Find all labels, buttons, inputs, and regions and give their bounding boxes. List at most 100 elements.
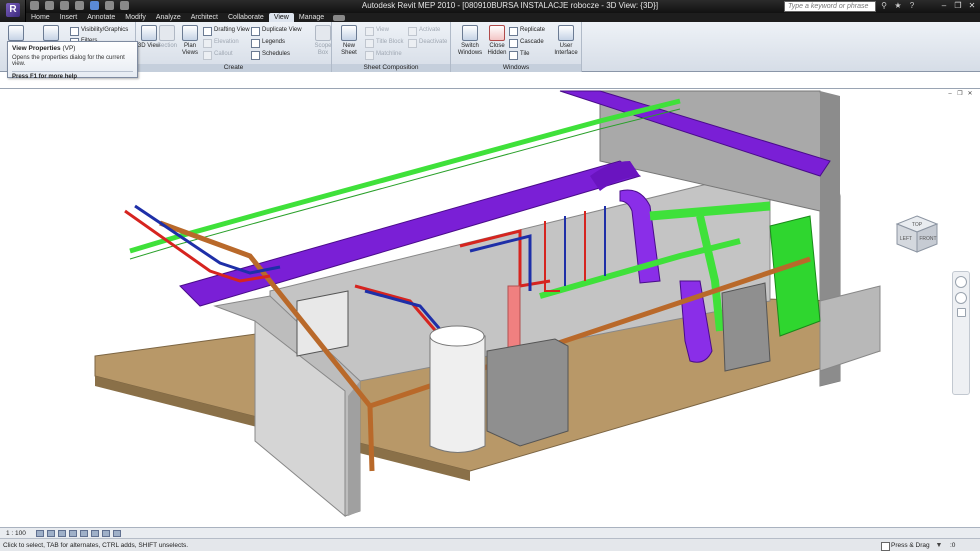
viewcube-front-label: FRONT xyxy=(919,236,936,242)
boiler-unit-2[interactable] xyxy=(721,282,771,372)
user-interface-label: User Interface xyxy=(554,43,578,56)
switch-windows-button[interactable]: Switch Windows xyxy=(454,25,486,57)
redo-icon[interactable] xyxy=(75,1,84,10)
tab-modify[interactable]: Modify xyxy=(120,13,151,22)
cascade-button[interactable]: Cascade xyxy=(509,37,544,48)
water-tank[interactable] xyxy=(429,329,486,453)
detail-level-icon[interactable] xyxy=(36,530,44,537)
reveal-hidden-icon[interactable] xyxy=(113,530,121,537)
section-icon xyxy=(159,25,175,41)
tooltip-help: Press F1 for more help xyxy=(12,74,78,80)
tooltip-title: View Properties (VP) xyxy=(12,45,133,52)
tile-button[interactable]: Tile xyxy=(509,49,529,60)
open-icon[interactable] xyxy=(30,1,39,10)
view-control-bar: 1 : 100 xyxy=(0,527,980,538)
help-search-input[interactable]: Type a keyword or phrase xyxy=(784,1,876,12)
tooltip-separator xyxy=(12,71,133,72)
minimize-icon[interactable]: – xyxy=(938,0,950,11)
measure-icon[interactable] xyxy=(105,1,114,10)
user-interface-icon xyxy=(558,25,574,41)
tab-insert[interactable]: Insert xyxy=(55,13,83,22)
shadows-icon[interactable] xyxy=(58,530,66,537)
print-icon[interactable] xyxy=(120,1,129,10)
left-wall-edge xyxy=(348,381,360,516)
user-interface-button[interactable]: User Interface xyxy=(551,25,581,57)
save-icon[interactable] xyxy=(45,1,54,10)
duplicate-view-button[interactable]: Duplicate View xyxy=(251,25,302,36)
water-tank-top xyxy=(429,325,485,347)
3d-viewport[interactable]: – ❐ ✕ TOP FRONT LEFT xyxy=(0,88,980,528)
minimize-ribbon-icon[interactable] xyxy=(333,15,346,21)
zoom-region-icon[interactable] xyxy=(956,308,966,317)
close-hidden-button[interactable]: Close Hidden xyxy=(484,25,510,57)
quick-access-toolbar xyxy=(30,1,129,12)
tab-architect[interactable]: Architect xyxy=(186,13,223,22)
view-templates-icon xyxy=(43,25,59,41)
tab-analyze[interactable]: Analyze xyxy=(151,13,186,22)
replicate-button[interactable]: Replicate xyxy=(509,25,545,36)
drawing-area-top xyxy=(0,73,980,88)
application-menu-button[interactable]: R xyxy=(0,0,26,22)
view-control-buttons xyxy=(36,530,121,537)
low-partition xyxy=(819,285,881,372)
panel-label-windows: Windows xyxy=(451,64,581,72)
tooltip-description: Opens the properties dialog for the curr… xyxy=(12,55,125,67)
boiler-unit[interactable] xyxy=(486,338,569,447)
show-crop-region-icon[interactable] xyxy=(80,530,88,537)
view-properties-tooltip: View Properties (VP) Opens the propertie… xyxy=(7,41,138,80)
activate-button[interactable]: Activate xyxy=(408,25,440,36)
viewcube[interactable]: TOP FRONT LEFT xyxy=(892,214,942,254)
revit-window: Autodesk Revit MEP 2010 - [080910BURSA I… xyxy=(0,0,980,551)
duct-elbow xyxy=(590,161,640,191)
plan-views-button[interactable]: Plan Views xyxy=(177,25,203,57)
tooltip-title-text: View Properties xyxy=(12,45,61,52)
undo-icon[interactable] xyxy=(60,1,69,10)
tab-home[interactable]: Home xyxy=(26,13,55,22)
tab-view[interactable]: View xyxy=(268,13,294,22)
ribbon-tabs: Home Insert Annotate Modify Analyze Architect… xyxy=(26,13,349,22)
star-icon[interactable]: ★ xyxy=(893,1,903,11)
title-bar: Autodesk Revit MEP 2010 - [080910BURSA I… xyxy=(0,0,980,13)
press-drag-toggle[interactable]: Press & Drag xyxy=(881,541,930,551)
tooltip-shortcut: (VP) xyxy=(62,45,76,52)
tab-annotate[interactable]: Annotate xyxy=(82,13,120,22)
close-icon[interactable]: ✕ xyxy=(966,0,978,11)
ribbon-tab-bar: Home Insert Annotate Modify Analyze Architect… xyxy=(0,13,980,22)
scope-box-icon xyxy=(315,25,331,41)
new-sheet-icon xyxy=(341,25,357,41)
pink-pipe[interactable] xyxy=(507,285,521,355)
schedules-button[interactable]: Schedules xyxy=(251,49,290,60)
callout-button[interactable]: Callout xyxy=(203,49,233,60)
unlock-3d-view-icon[interactable] xyxy=(91,530,99,537)
orange-pipe-drop[interactable] xyxy=(367,405,375,472)
panel-sheet-composition: New Sheet View Title Block Matchline Act… xyxy=(332,22,451,72)
matchline-button[interactable]: Matchline xyxy=(365,49,402,60)
panel-windows: Switch Windows Close Hidden Replicate Ca… xyxy=(451,22,582,72)
close-hidden-icon xyxy=(489,25,505,41)
ribbon: Visibility/Graphics Filters 3D View Sect… xyxy=(0,22,980,72)
elevation-button[interactable]: Elevation xyxy=(203,37,239,48)
restore-icon[interactable]: ❐ xyxy=(952,0,964,11)
filter-icon[interactable]: ▼ xyxy=(934,541,944,550)
temporary-hide-icon[interactable] xyxy=(102,530,110,537)
drafting-view-button[interactable]: Drafting View xyxy=(203,25,250,36)
new-sheet-button[interactable]: New Sheet xyxy=(336,25,362,57)
tab-manage[interactable]: Manage xyxy=(294,13,329,22)
zoom-icon[interactable] xyxy=(955,292,967,304)
tab-collaborate[interactable]: Collaborate xyxy=(223,13,269,22)
steering-wheel-icon[interactable] xyxy=(955,276,967,288)
select-icon[interactable] xyxy=(90,1,99,10)
help-icon[interactable]: ? xyxy=(907,1,917,11)
window-title: Autodesk Revit MEP 2010 - [080910BURSA I… xyxy=(361,1,659,10)
legends-button[interactable]: Legends xyxy=(251,37,285,48)
model-graphics-style-icon[interactable] xyxy=(47,530,55,537)
crop-view-icon[interactable] xyxy=(69,530,77,537)
title-block-button[interactable]: Title Block xyxy=(365,37,403,48)
place-view-button[interactable]: View xyxy=(365,25,389,36)
deactivate-button[interactable]: Deactivate xyxy=(408,37,447,48)
switch-windows-label: Switch Windows xyxy=(457,43,483,56)
visibility-graphics-button[interactable]: Visibility/Graphics xyxy=(70,25,128,36)
binoculars-icon[interactable]: ⚲ xyxy=(879,1,889,11)
model-canvas[interactable] xyxy=(0,89,980,529)
close-hidden-label: Close Hidden xyxy=(487,43,507,56)
